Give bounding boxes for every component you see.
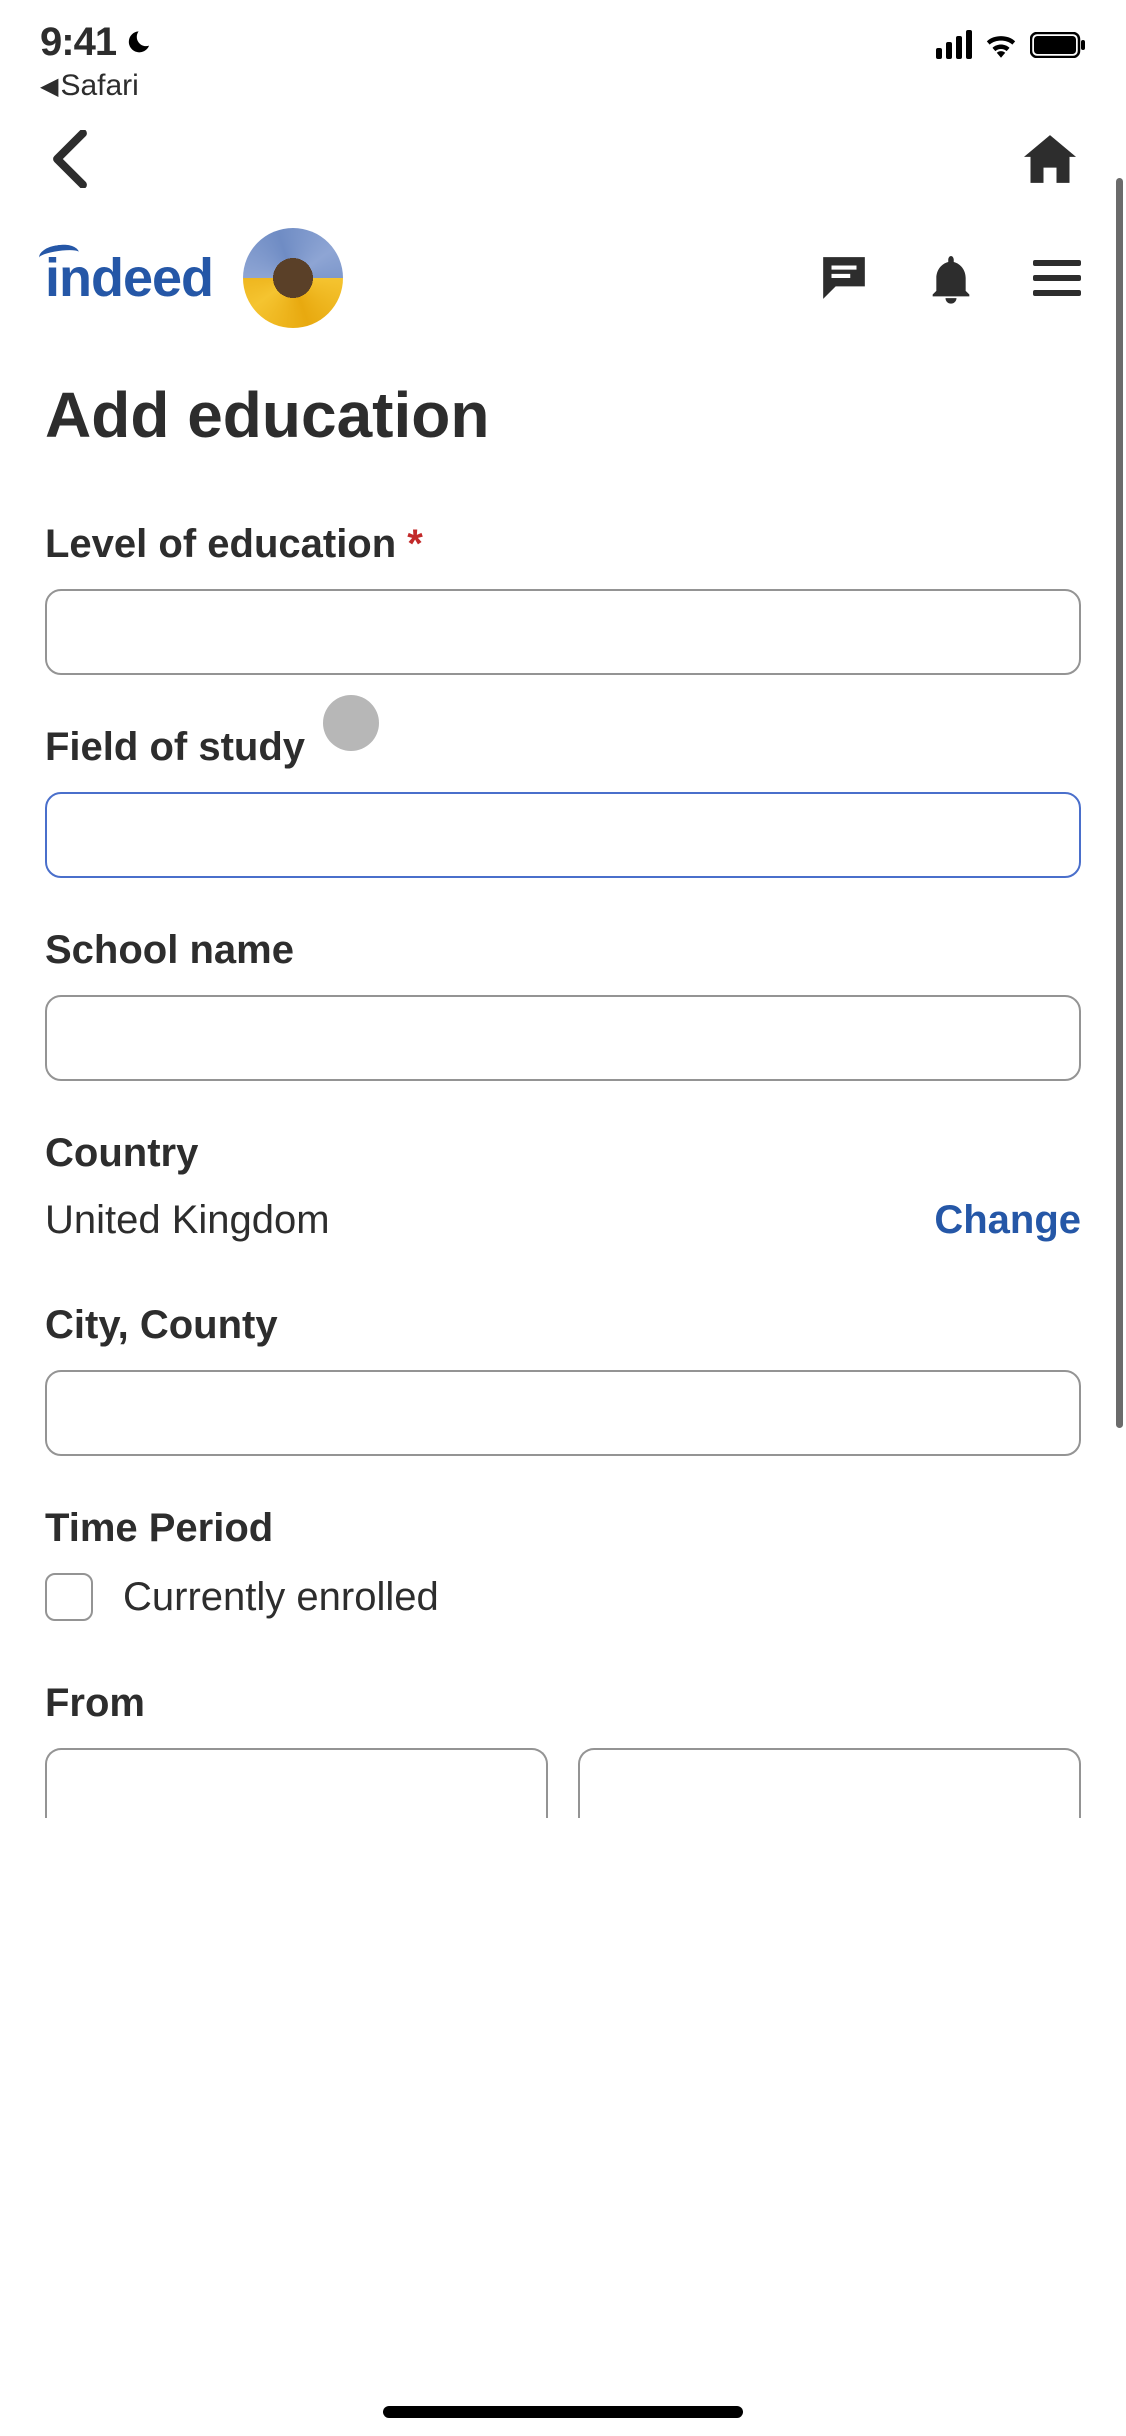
city-county-label: City, County — [45, 1303, 1081, 1348]
status-time: 9:41 — [40, 20, 116, 65]
country-group: Country United Kingdom Change — [45, 1131, 1081, 1243]
do-not-disturb-icon — [124, 29, 152, 57]
from-year-select[interactable] — [578, 1748, 1081, 1818]
home-button[interactable] — [1024, 135, 1076, 183]
level-of-education-input[interactable] — [45, 589, 1081, 675]
status-bar: 9:41 ◀ Safari — [0, 0, 1126, 90]
country-label: Country — [45, 1131, 1081, 1176]
back-to-safari[interactable]: ◀ Safari — [40, 69, 152, 103]
home-indicator[interactable] — [383, 2406, 743, 2418]
back-triangle-icon: ◀ — [40, 72, 58, 101]
required-asterisk: * — [407, 522, 423, 566]
sunflower-icon — [243, 228, 343, 328]
hamburger-menu-icon[interactable] — [1033, 259, 1081, 297]
city-county-group: City, County — [45, 1303, 1081, 1456]
currently-enrolled-checkbox[interactable] — [45, 1573, 93, 1621]
field-of-study-group: Field of study — [45, 725, 1081, 878]
field-of-study-input[interactable] — [45, 792, 1081, 878]
currently-enrolled-label: Currently enrolled — [123, 1575, 439, 1620]
field-of-study-label: Field of study — [45, 725, 1081, 770]
page-title: Add education — [45, 378, 1081, 452]
app-header: indeed — [0, 208, 1126, 378]
school-name-group: School name — [45, 928, 1081, 1081]
city-county-input[interactable] — [45, 1370, 1081, 1456]
country-value: United Kingdom — [45, 1198, 330, 1243]
indeed-logo[interactable]: indeed — [45, 247, 213, 309]
change-country-link[interactable]: Change — [934, 1198, 1081, 1243]
level-of-education-group: Level of education * — [45, 522, 1081, 675]
wifi-icon — [984, 32, 1018, 58]
back-button[interactable] — [50, 130, 90, 188]
from-label: From — [45, 1681, 1081, 1726]
time-period-label: Time Period — [45, 1506, 1081, 1551]
school-name-label: School name — [45, 928, 1081, 973]
battery-icon — [1030, 32, 1086, 58]
messages-icon[interactable] — [819, 253, 869, 303]
scroll-indicator[interactable] — [1116, 178, 1123, 1428]
time-period-group: Time Period Currently enrolled — [45, 1506, 1081, 1621]
touch-indicator — [323, 695, 379, 751]
from-group: From — [45, 1681, 1081, 1818]
back-app-label: Safari — [60, 69, 138, 103]
from-month-select[interactable] — [45, 1748, 548, 1818]
level-of-education-label: Level of education * — [45, 522, 1081, 567]
notifications-icon[interactable] — [929, 252, 973, 304]
school-name-input[interactable] — [45, 995, 1081, 1081]
cellular-signal-icon — [936, 30, 972, 59]
